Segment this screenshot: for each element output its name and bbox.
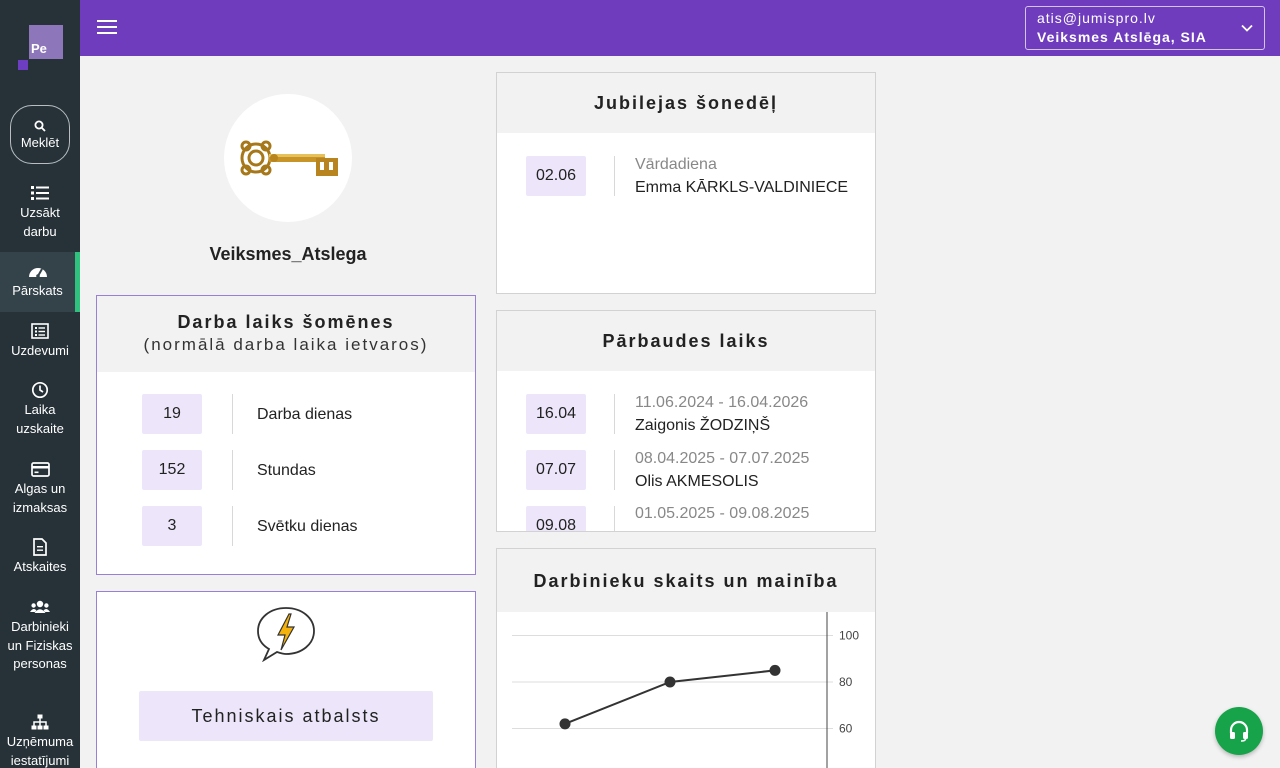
sidebar-item-reports[interactable]: Atskaites [0,537,80,579]
probation-header: Pārbaudes laiks [497,311,875,371]
hours-label: Stundas [257,462,316,479]
y-tick-label: 60 [839,722,853,736]
sidebar-item-label: Algas un izmaksas [12,481,68,515]
probation-title: Pārbaudes laiks [602,331,770,351]
jubilees-title: Jubilejas šonedēļ [593,93,779,113]
divider [614,156,615,196]
probation-person: Olis AKMESOLIS [635,473,759,490]
sidebar-item-time-tracking[interactable]: Laika uzskaite [0,380,80,442]
account-company: Veiksmes Atslēga, SIA [1037,29,1207,45]
sidebar-item-start-work[interactable]: Uzsākt darbu [0,183,80,245]
probation-end-date: 07.07 [526,450,586,490]
sidebar-item-label: Uzņēmuma iestatījumi [6,734,74,768]
sidebar: Pe Meklēt Uzsākt darbu Pārskats Uzdevumi… [0,0,80,768]
help-button[interactable] [1215,707,1263,755]
support-card: Tehniskais atbalsts [96,591,476,768]
logo-mark: Pe [29,25,63,59]
dashboard-icon [28,268,47,278]
probation-period: 08.04.2025 - 07.07.2025 [635,450,810,467]
work-time-header: Darba laiks šomēnes (normālā darba laika… [97,296,475,372]
sidebar-item-label: Atskaites [13,559,67,574]
profile-name: Veiksmes_Atslega [209,244,367,264]
probation-end-date: 16.04 [526,394,586,434]
credit-card-icon [30,461,50,477]
divider [614,450,615,490]
headcount-card: Darbinieku skaits un mainība 100 80 60 [496,548,876,768]
work-days-label: Darba dienas [257,406,353,423]
clock-icon [31,381,49,399]
search-button[interactable]: Meklēt [10,105,70,164]
sidebar-item-overview[interactable]: Pārskats [0,252,80,312]
y-tick-label: 100 [839,629,859,643]
jubilee-date: 02.06 [526,156,586,196]
y-tick-label: 80 [839,675,853,689]
app-logo[interactable]: Pe [18,25,64,71]
key-logo-icon [240,140,338,176]
jubilee-type: Vārdadiena [635,156,717,173]
menu-icon[interactable] [97,20,117,36]
sidebar-item-label: Uzsākt darbu [20,205,60,239]
work-time-card: Darba laiks šomēnes (normālā darba laika… [96,295,476,575]
chevron-down-icon [1241,24,1253,32]
search-icon [34,120,46,132]
data-point [769,664,781,676]
sidebar-item-label: Pārskats [12,283,63,298]
probation-period: 01.05.2025 - 09.08.2025 [635,505,810,522]
sidebar-item-employees[interactable]: Darbinieki un Fiziskas personas [0,597,80,697]
divider [232,394,233,434]
lightning-bubble-icon [257,607,315,662]
users-icon [30,600,50,613]
account-email: atis@jumispro.lv [1037,10,1156,26]
headcount-chart: 100 80 60 [512,612,859,768]
divider [232,506,233,546]
sitemap-icon [31,714,49,730]
holidays-value: 3 [142,506,202,546]
sidebar-item-tasks[interactable]: Uzdevumi [0,321,80,363]
probation-person: Zaigonis ŽODZIŅŠ [635,417,771,434]
data-point [664,676,676,688]
divider [614,506,615,531]
divider [232,450,233,490]
jubilees-card: Jubilejas šonedēļ 02.06 Vārdadiena Emma … [496,72,876,294]
work-time-title: Darba laiks šomēnes [177,312,395,332]
data-point [559,718,571,730]
holidays-label: Svētku dienas [257,518,358,535]
search-label: Meklēt [20,134,60,150]
top-bar: atis@jumispro.lv Veiksmes Atslēga, SIA [80,0,1280,56]
probation-period: 11.06.2024 - 16.04.2026 [635,394,809,411]
jubilees-header: Jubilejas šonedēļ [497,73,875,133]
probation-card: Pārbaudes laiks 16.04 11.06.2024 - 16.04… [496,310,876,532]
sidebar-item-label: Darbinieki un Fiziskas personas [7,619,73,671]
work-time-subtitle: (normālā darba laika ietvaros) [143,335,429,354]
jubilee-person: Emma KĀRKLS-VALDINIECE [635,179,849,196]
sidebar-item-label: Laika uzskaite [16,402,64,436]
logo-accent [18,60,28,70]
sidebar-item-label: Uzdevumi [11,343,69,358]
divider [614,394,615,434]
hours-value: 152 [142,450,202,490]
tasks-icon [31,323,49,339]
sidebar-item-salaries[interactable]: Algas un izmaksas [0,459,80,521]
company-avatar[interactable] [224,94,352,222]
probation-end-date: 09.08 [526,506,586,531]
headcount-header: Darbinieku skaits un mainība [497,549,875,612]
document-icon [33,538,47,556]
headcount-title: Darbinieku skaits un mainība [533,571,839,591]
work-days-value: 19 [142,394,202,434]
account-switcher[interactable]: atis@jumispro.lv Veiksmes Atslēga, SIA [1025,6,1265,50]
support-button[interactable]: Tehniskais atbalsts [139,691,433,741]
headset-icon [1229,720,1249,742]
sidebar-item-company-settings[interactable]: Uzņēmuma iestatījumi [0,712,80,768]
list-icon [31,186,49,200]
